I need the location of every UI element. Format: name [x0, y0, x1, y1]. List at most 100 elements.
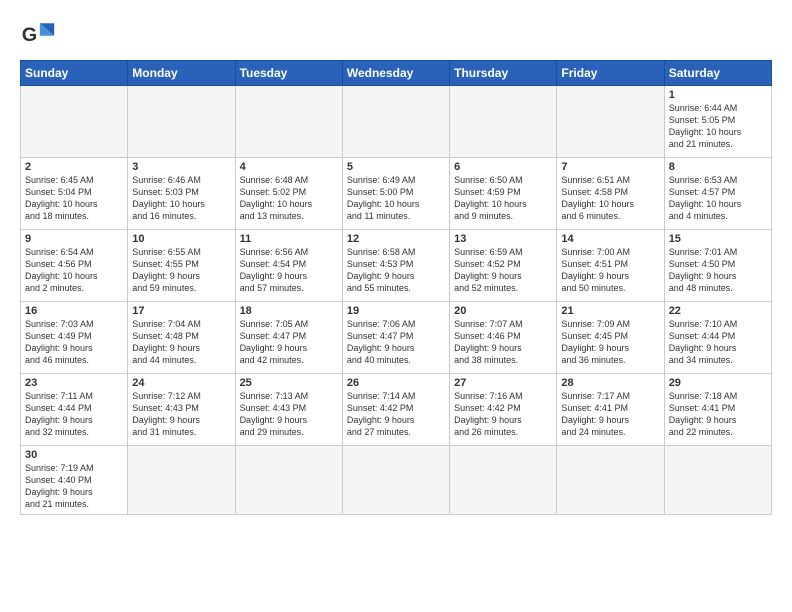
day-number: 12 — [347, 233, 445, 245]
day-info: Sunrise: 7:12 AM Sunset: 4:43 PM Dayligh… — [132, 390, 230, 439]
calendar-cell: 21Sunrise: 7:09 AM Sunset: 4:45 PM Dayli… — [557, 302, 664, 374]
day-info: Sunrise: 7:14 AM Sunset: 4:42 PM Dayligh… — [347, 390, 445, 439]
weekday-header-friday: Friday — [557, 61, 664, 86]
calendar-cell: 17Sunrise: 7:04 AM Sunset: 4:48 PM Dayli… — [128, 302, 235, 374]
day-info: Sunrise: 7:18 AM Sunset: 4:41 PM Dayligh… — [669, 390, 767, 439]
day-number: 30 — [25, 449, 123, 461]
weekday-header-monday: Monday — [128, 61, 235, 86]
calendar-cell: 13Sunrise: 6:59 AM Sunset: 4:52 PM Dayli… — [450, 230, 557, 302]
calendar-cell: 20Sunrise: 7:07 AM Sunset: 4:46 PM Dayli… — [450, 302, 557, 374]
day-number: 8 — [669, 161, 767, 173]
day-info: Sunrise: 6:55 AM Sunset: 4:55 PM Dayligh… — [132, 246, 230, 295]
day-info: Sunrise: 7:04 AM Sunset: 4:48 PM Dayligh… — [132, 318, 230, 367]
calendar-cell: 24Sunrise: 7:12 AM Sunset: 4:43 PM Dayli… — [128, 374, 235, 446]
calendar-header-row: SundayMondayTuesdayWednesdayThursdayFrid… — [21, 61, 772, 86]
calendar-cell: 14Sunrise: 7:00 AM Sunset: 4:51 PM Dayli… — [557, 230, 664, 302]
day-number: 23 — [25, 377, 123, 389]
calendar-cell: 6Sunrise: 6:50 AM Sunset: 4:59 PM Daylig… — [450, 158, 557, 230]
day-info: Sunrise: 6:54 AM Sunset: 4:56 PM Dayligh… — [25, 246, 123, 295]
weekday-header-sunday: Sunday — [21, 61, 128, 86]
calendar-cell: 16Sunrise: 7:03 AM Sunset: 4:49 PM Dayli… — [21, 302, 128, 374]
day-number: 11 — [240, 233, 338, 245]
day-number: 21 — [561, 305, 659, 317]
day-info: Sunrise: 7:01 AM Sunset: 4:50 PM Dayligh… — [669, 246, 767, 295]
day-number: 1 — [669, 89, 767, 101]
day-number: 14 — [561, 233, 659, 245]
calendar-cell: 15Sunrise: 7:01 AM Sunset: 4:50 PM Dayli… — [664, 230, 771, 302]
day-info: Sunrise: 7:03 AM Sunset: 4:49 PM Dayligh… — [25, 318, 123, 367]
calendar-cell — [21, 86, 128, 158]
day-number: 2 — [25, 161, 123, 173]
calendar-cell: 18Sunrise: 7:05 AM Sunset: 4:47 PM Dayli… — [235, 302, 342, 374]
day-info: Sunrise: 7:13 AM Sunset: 4:43 PM Dayligh… — [240, 390, 338, 439]
day-number: 26 — [347, 377, 445, 389]
calendar-cell — [664, 446, 771, 515]
weekday-header-wednesday: Wednesday — [342, 61, 449, 86]
day-info: Sunrise: 7:07 AM Sunset: 4:46 PM Dayligh… — [454, 318, 552, 367]
day-number: 22 — [669, 305, 767, 317]
calendar-cell: 8Sunrise: 6:53 AM Sunset: 4:57 PM Daylig… — [664, 158, 771, 230]
calendar-cell — [450, 446, 557, 515]
calendar-cell: 12Sunrise: 6:58 AM Sunset: 4:53 PM Dayli… — [342, 230, 449, 302]
day-number: 27 — [454, 377, 552, 389]
day-info: Sunrise: 7:19 AM Sunset: 4:40 PM Dayligh… — [25, 462, 123, 511]
calendar-cell: 27Sunrise: 7:16 AM Sunset: 4:42 PM Dayli… — [450, 374, 557, 446]
day-number: 19 — [347, 305, 445, 317]
day-info: Sunrise: 7:06 AM Sunset: 4:47 PM Dayligh… — [347, 318, 445, 367]
calendar-cell: 23Sunrise: 7:11 AM Sunset: 4:44 PM Dayli… — [21, 374, 128, 446]
day-info: Sunrise: 6:58 AM Sunset: 4:53 PM Dayligh… — [347, 246, 445, 295]
day-number: 18 — [240, 305, 338, 317]
calendar-header: G — [20, 16, 772, 52]
calendar-cell: 29Sunrise: 7:18 AM Sunset: 4:41 PM Dayli… — [664, 374, 771, 446]
calendar-cell — [450, 86, 557, 158]
day-info: Sunrise: 7:00 AM Sunset: 4:51 PM Dayligh… — [561, 246, 659, 295]
day-number: 3 — [132, 161, 230, 173]
calendar-cell — [342, 446, 449, 515]
day-info: Sunrise: 6:49 AM Sunset: 5:00 PM Dayligh… — [347, 174, 445, 223]
day-number: 9 — [25, 233, 123, 245]
day-info: Sunrise: 7:09 AM Sunset: 4:45 PM Dayligh… — [561, 318, 659, 367]
calendar-cell: 19Sunrise: 7:06 AM Sunset: 4:47 PM Dayli… — [342, 302, 449, 374]
calendar-cell: 28Sunrise: 7:17 AM Sunset: 4:41 PM Dayli… — [557, 374, 664, 446]
calendar-cell — [235, 86, 342, 158]
logo: G — [20, 16, 60, 52]
day-number: 15 — [669, 233, 767, 245]
weekday-header-saturday: Saturday — [664, 61, 771, 86]
calendar-table: SundayMondayTuesdayWednesdayThursdayFrid… — [20, 60, 772, 515]
calendar-cell — [128, 446, 235, 515]
day-number: 7 — [561, 161, 659, 173]
day-info: Sunrise: 6:51 AM Sunset: 4:58 PM Dayligh… — [561, 174, 659, 223]
calendar-cell: 30Sunrise: 7:19 AM Sunset: 4:40 PM Dayli… — [21, 446, 128, 515]
day-info: Sunrise: 7:11 AM Sunset: 4:44 PM Dayligh… — [25, 390, 123, 439]
day-info: Sunrise: 7:17 AM Sunset: 4:41 PM Dayligh… — [561, 390, 659, 439]
day-number: 17 — [132, 305, 230, 317]
day-info: Sunrise: 6:45 AM Sunset: 5:04 PM Dayligh… — [25, 174, 123, 223]
day-number: 4 — [240, 161, 338, 173]
svg-text:G: G — [22, 24, 37, 46]
calendar-cell: 3Sunrise: 6:46 AM Sunset: 5:03 PM Daylig… — [128, 158, 235, 230]
day-number: 28 — [561, 377, 659, 389]
calendar-cell: 7Sunrise: 6:51 AM Sunset: 4:58 PM Daylig… — [557, 158, 664, 230]
calendar-cell: 5Sunrise: 6:49 AM Sunset: 5:00 PM Daylig… — [342, 158, 449, 230]
day-number: 6 — [454, 161, 552, 173]
day-number: 5 — [347, 161, 445, 173]
day-info: Sunrise: 6:56 AM Sunset: 4:54 PM Dayligh… — [240, 246, 338, 295]
day-number: 20 — [454, 305, 552, 317]
calendar-cell — [342, 86, 449, 158]
day-info: Sunrise: 6:59 AM Sunset: 4:52 PM Dayligh… — [454, 246, 552, 295]
day-info: Sunrise: 7:16 AM Sunset: 4:42 PM Dayligh… — [454, 390, 552, 439]
day-info: Sunrise: 6:50 AM Sunset: 4:59 PM Dayligh… — [454, 174, 552, 223]
calendar-cell — [128, 86, 235, 158]
calendar-cell: 11Sunrise: 6:56 AM Sunset: 4:54 PM Dayli… — [235, 230, 342, 302]
day-number: 10 — [132, 233, 230, 245]
day-number: 16 — [25, 305, 123, 317]
calendar-cell: 22Sunrise: 7:10 AM Sunset: 4:44 PM Dayli… — [664, 302, 771, 374]
calendar-cell: 25Sunrise: 7:13 AM Sunset: 4:43 PM Dayli… — [235, 374, 342, 446]
calendar-cell — [557, 446, 664, 515]
calendar-cell: 2Sunrise: 6:45 AM Sunset: 5:04 PM Daylig… — [21, 158, 128, 230]
calendar-cell: 1Sunrise: 6:44 AM Sunset: 5:05 PM Daylig… — [664, 86, 771, 158]
day-info: Sunrise: 7:10 AM Sunset: 4:44 PM Dayligh… — [669, 318, 767, 367]
day-info: Sunrise: 6:53 AM Sunset: 4:57 PM Dayligh… — [669, 174, 767, 223]
day-number: 29 — [669, 377, 767, 389]
day-number: 24 — [132, 377, 230, 389]
